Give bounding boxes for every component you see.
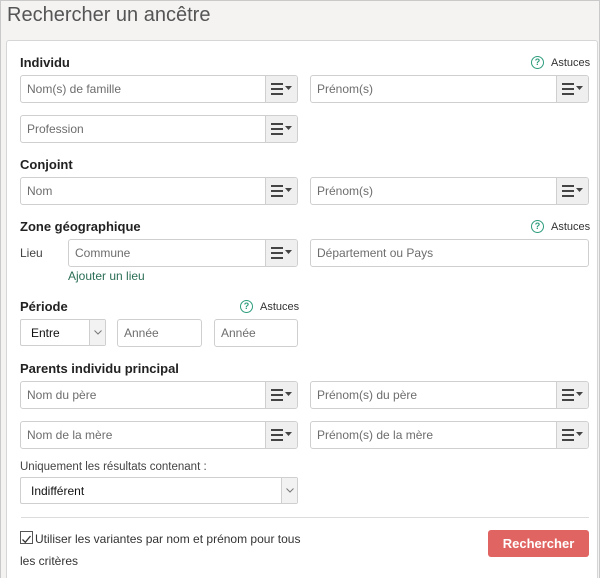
list-dropdown-icon <box>270 123 292 135</box>
mother-surname-field <box>20 421 298 449</box>
section-title-conjoint: Conjoint <box>20 157 73 172</box>
chevron-down-icon <box>89 320 105 345</box>
father-firstname-options-button[interactable] <box>556 382 588 408</box>
list-dropdown-icon <box>270 389 292 401</box>
list-dropdown-icon <box>270 83 292 95</box>
father-firstname-input[interactable] <box>311 382 556 408</box>
period-mode-value: Entre <box>31 325 60 340</box>
profession-input[interactable] <box>21 116 265 142</box>
spouse-firstname-field <box>310 177 589 205</box>
list-dropdown-icon <box>561 83 583 95</box>
place-label: Lieu <box>20 246 43 260</box>
help-icon: ? <box>531 56 544 69</box>
father-surname-input[interactable] <box>21 382 265 408</box>
list-dropdown-icon <box>561 429 583 441</box>
spouse-firstname-input[interactable] <box>311 178 556 204</box>
hint-label: Astuces <box>260 300 300 313</box>
hint-label: Astuces <box>551 220 591 233</box>
section-title-individu: Individu <box>20 55 70 70</box>
mother-surname-options-button[interactable] <box>265 422 297 448</box>
chevron-down-icon <box>281 478 297 503</box>
results-filter-select[interactable]: Indifférent <box>20 477 298 504</box>
year-from-input[interactable] <box>118 320 201 346</box>
search-form-panel: Individu ? Astuces Conjoint Zone <box>6 40 598 578</box>
commune-options-button[interactable] <box>265 240 297 266</box>
surname-options-button[interactable] <box>265 76 297 102</box>
page-title: Rechercher un ancêtre <box>7 4 211 26</box>
firstname-input[interactable] <box>311 76 556 102</box>
profession-field <box>20 115 298 143</box>
section-title-periode: Période <box>20 299 68 314</box>
search-button[interactable]: Rechercher <box>488 530 589 557</box>
hint-zone[interactable]: ? Astuces <box>531 220 590 233</box>
commune-input[interactable] <box>69 240 265 266</box>
divider <box>21 517 589 518</box>
mother-firstname-field <box>310 421 589 449</box>
filter-label: Uniquement les résultats contenant : <box>20 461 207 473</box>
list-dropdown-icon <box>270 429 292 441</box>
firstname-field <box>310 75 589 103</box>
hint-individu[interactable]: ? Astuces <box>531 56 590 69</box>
year-to-input[interactable] <box>215 320 297 346</box>
section-title-parents: Parents individu principal <box>20 361 179 376</box>
help-icon: ? <box>531 220 544 233</box>
mother-surname-input[interactable] <box>21 422 265 448</box>
spouse-surname-input[interactable] <box>21 178 265 204</box>
surname-field <box>20 75 298 103</box>
spouse-firstname-options-button[interactable] <box>556 178 588 204</box>
year-from-field <box>117 319 202 347</box>
mother-firstname-options-button[interactable] <box>556 422 588 448</box>
father-surname-options-button[interactable] <box>265 382 297 408</box>
hint-label: Astuces <box>551 56 591 69</box>
mother-firstname-input[interactable] <box>311 422 556 448</box>
spouse-surname-options-button[interactable] <box>265 178 297 204</box>
variants-label-line2[interactable]: les critères <box>20 554 78 568</box>
list-dropdown-icon <box>270 185 292 197</box>
year-to-field <box>214 319 298 347</box>
section-title-zone: Zone géographique <box>20 219 141 234</box>
list-dropdown-icon <box>270 247 292 259</box>
add-place-link[interactable]: Ajouter un lieu <box>68 269 145 283</box>
variants-checkbox[interactable] <box>20 531 33 544</box>
list-dropdown-icon <box>561 389 583 401</box>
checkmark-icon <box>22 535 32 544</box>
department-input[interactable] <box>311 240 588 266</box>
firstname-options-button[interactable] <box>556 76 588 102</box>
father-firstname-field <box>310 381 589 409</box>
commune-field <box>68 239 298 267</box>
father-surname-field <box>20 381 298 409</box>
hint-periode[interactable]: ? Astuces <box>240 300 299 313</box>
spouse-surname-field <box>20 177 298 205</box>
department-field <box>310 239 589 267</box>
period-mode-select[interactable]: Entre <box>20 319 106 346</box>
help-icon: ? <box>240 300 253 313</box>
profession-options-button[interactable] <box>265 116 297 142</box>
variants-label-line1[interactable]: Utiliser les variantes par nom et prénom… <box>35 532 300 546</box>
results-filter-value: Indifférent <box>31 483 85 498</box>
list-dropdown-icon <box>561 185 583 197</box>
surname-input[interactable] <box>21 76 265 102</box>
